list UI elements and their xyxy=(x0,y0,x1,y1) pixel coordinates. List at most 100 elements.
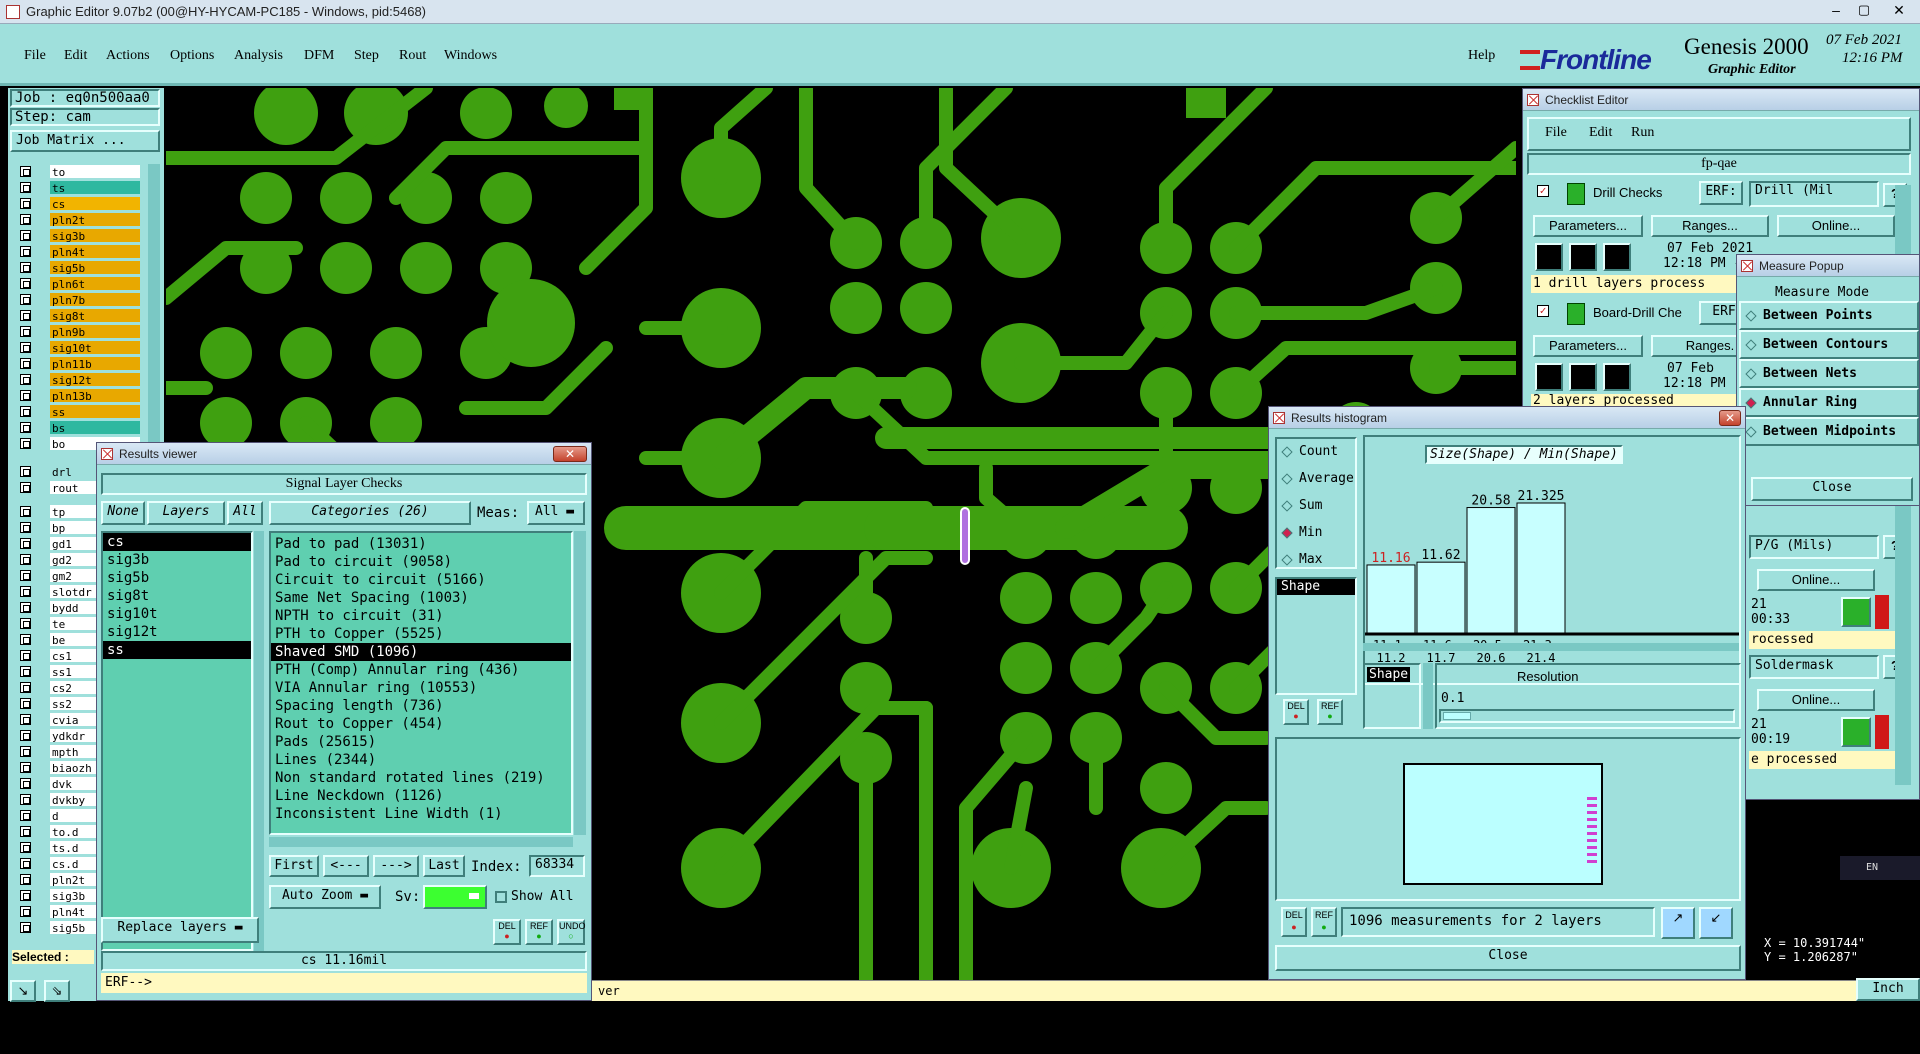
menu-file[interactable]: File xyxy=(24,48,46,64)
layer-row[interactable]: ts xyxy=(14,180,144,195)
run-all-icon[interactable] xyxy=(1603,243,1631,271)
sv-color-select[interactable] xyxy=(423,885,487,909)
category-item[interactable]: Spacing length (736) xyxy=(271,697,571,715)
layer-checkbox[interactable] xyxy=(20,698,31,709)
measure-option[interactable]: Between Nets xyxy=(1739,359,1919,388)
export-icon[interactable]: ↗ xyxy=(1661,907,1695,939)
layer-row[interactable]: sig3b xyxy=(14,228,144,243)
layer-checkbox[interactable] xyxy=(20,890,31,901)
minimize-button[interactable]: – xyxy=(1824,2,1848,20)
online-button[interactable]: Online... xyxy=(1777,215,1895,237)
stat-radio[interactable]: Max xyxy=(1277,549,1357,576)
layer-name[interactable]: bs xyxy=(50,421,140,435)
layer-name[interactable]: to xyxy=(50,165,140,179)
histogram-bar[interactable] xyxy=(1466,507,1516,634)
layer-item[interactable]: sig3b xyxy=(103,551,251,569)
del-button[interactable]: DEL ● xyxy=(493,919,521,945)
online3-button[interactable]: Online... xyxy=(1757,689,1875,711)
unit-selector[interactable]: Inch xyxy=(1856,978,1920,1001)
menu-actions[interactable]: Actions xyxy=(106,48,150,64)
layer-checkbox[interactable] xyxy=(20,922,31,933)
layer-checkbox[interactable] xyxy=(20,326,31,337)
layer-row[interactable]: sig8t xyxy=(14,308,144,323)
board-drill-enabled[interactable]: ✓ xyxy=(1537,305,1549,317)
show-all-checkbox[interactable] xyxy=(495,891,507,903)
layer-item[interactable]: sig8t xyxy=(103,587,251,605)
layer-name[interactable]: sig8t xyxy=(50,309,140,323)
measure-tool-icon[interactable]: ⇘ xyxy=(44,980,70,1002)
layer-name[interactable]: pln7b xyxy=(50,293,140,307)
layer-checkbox[interactable] xyxy=(20,618,31,629)
category-item[interactable]: Pad to circuit (9058) xyxy=(271,553,571,571)
layer-row[interactable]: pln9b xyxy=(14,324,144,339)
layer-checkbox[interactable] xyxy=(20,906,31,917)
category-item[interactable]: Shaved SMD (1096) xyxy=(271,643,571,661)
ranges-button[interactable]: Ranges... xyxy=(1651,215,1769,237)
zoom-tool-icon[interactable]: ↘ xyxy=(10,980,36,1002)
resolution-slider[interactable] xyxy=(1439,709,1735,723)
layer-name[interactable]: cs xyxy=(50,197,140,211)
category-hscrollbar[interactable] xyxy=(269,837,573,847)
first-button[interactable]: First xyxy=(269,855,319,877)
menu-rout[interactable]: Rout xyxy=(399,48,426,64)
menu-windows[interactable]: Windows xyxy=(444,48,497,64)
layer-checkbox[interactable] xyxy=(20,666,31,677)
layer-checkbox[interactable] xyxy=(20,166,31,177)
layer-checkbox[interactable] xyxy=(20,762,31,773)
layer-checkbox[interactable] xyxy=(20,538,31,549)
layer-name[interactable]: pln13b xyxy=(50,389,140,403)
slider-thumb[interactable] xyxy=(1443,712,1471,720)
layer-checkbox[interactable] xyxy=(20,198,31,209)
run2-icon[interactable] xyxy=(1535,363,1563,391)
layer-checkbox[interactable] xyxy=(20,482,31,493)
layer-checkbox[interactable] xyxy=(20,522,31,533)
stat-radio[interactable]: Average xyxy=(1277,468,1357,495)
next-button[interactable]: ---> xyxy=(373,855,419,877)
layer-item[interactable]: sig10t xyxy=(103,605,251,623)
layer-checkbox[interactable] xyxy=(20,650,31,661)
layer-checkbox[interactable] xyxy=(20,874,31,885)
layer-checkbox[interactable] xyxy=(20,182,31,193)
category-item[interactable]: PTH (Comp) Annular ring (436) xyxy=(271,661,571,679)
undo-button[interactable]: UNDO ○ xyxy=(557,919,586,945)
layer-checkbox[interactable] xyxy=(20,294,31,305)
category-item[interactable]: Rout to Copper (454) xyxy=(271,715,571,733)
drill-check-enabled[interactable]: ✓ xyxy=(1537,185,1549,197)
layer-checkbox[interactable] xyxy=(20,586,31,597)
layer-checkbox[interactable] xyxy=(20,422,31,433)
histogram-bar[interactable] xyxy=(1416,561,1466,634)
layer-checkbox[interactable] xyxy=(20,246,31,257)
layer-name[interactable]: ts xyxy=(50,181,140,195)
layer-result-list[interactable]: cs sig3b sig5b sig8t sig10t sig12t ss xyxy=(101,531,253,951)
layer-checkbox[interactable] xyxy=(20,506,31,517)
prev-button[interactable]: <--- xyxy=(323,855,369,877)
run2-selected-icon[interactable] xyxy=(1569,363,1597,391)
layer-name[interactable]: pln11b xyxy=(50,357,140,371)
last-button[interactable]: Last xyxy=(423,855,465,877)
layer-checkbox[interactable] xyxy=(20,374,31,385)
layer-item[interactable]: ss xyxy=(103,641,251,659)
stat-radio[interactable]: Min xyxy=(1277,522,1357,549)
measure-option[interactable]: Annular Ring xyxy=(1739,388,1919,417)
layer-checkbox[interactable] xyxy=(20,858,31,869)
layer-checkbox[interactable] xyxy=(20,810,31,821)
histogram-hscrollbar[interactable] xyxy=(1363,643,1739,651)
hist-ref-button[interactable]: REF ● xyxy=(1317,699,1343,725)
layer-checkbox[interactable] xyxy=(20,554,31,565)
command-line[interactable]: ver xyxy=(592,980,1856,1001)
layer-checkbox[interactable] xyxy=(20,342,31,353)
layer-row[interactable]: sig10t xyxy=(14,340,144,355)
all-button[interactable]: All xyxy=(227,501,263,525)
online2-button[interactable]: Online... xyxy=(1757,569,1875,591)
layer-checkbox[interactable] xyxy=(20,714,31,725)
layer-row[interactable]: pln7b xyxy=(14,292,144,307)
layer-checkbox[interactable] xyxy=(20,262,31,273)
layer-checkbox[interactable] xyxy=(20,230,31,241)
meas-select[interactable]: All ▬ xyxy=(527,501,585,525)
layer-row[interactable]: pln13b xyxy=(14,388,144,403)
hist-del2-button[interactable]: DEL ● xyxy=(1281,907,1307,937)
layer-checkbox[interactable] xyxy=(20,278,31,289)
layer-checkbox[interactable] xyxy=(20,778,31,789)
layer-row[interactable]: to xyxy=(14,164,144,179)
category-item[interactable]: VIA Annular ring (10553) xyxy=(271,679,571,697)
